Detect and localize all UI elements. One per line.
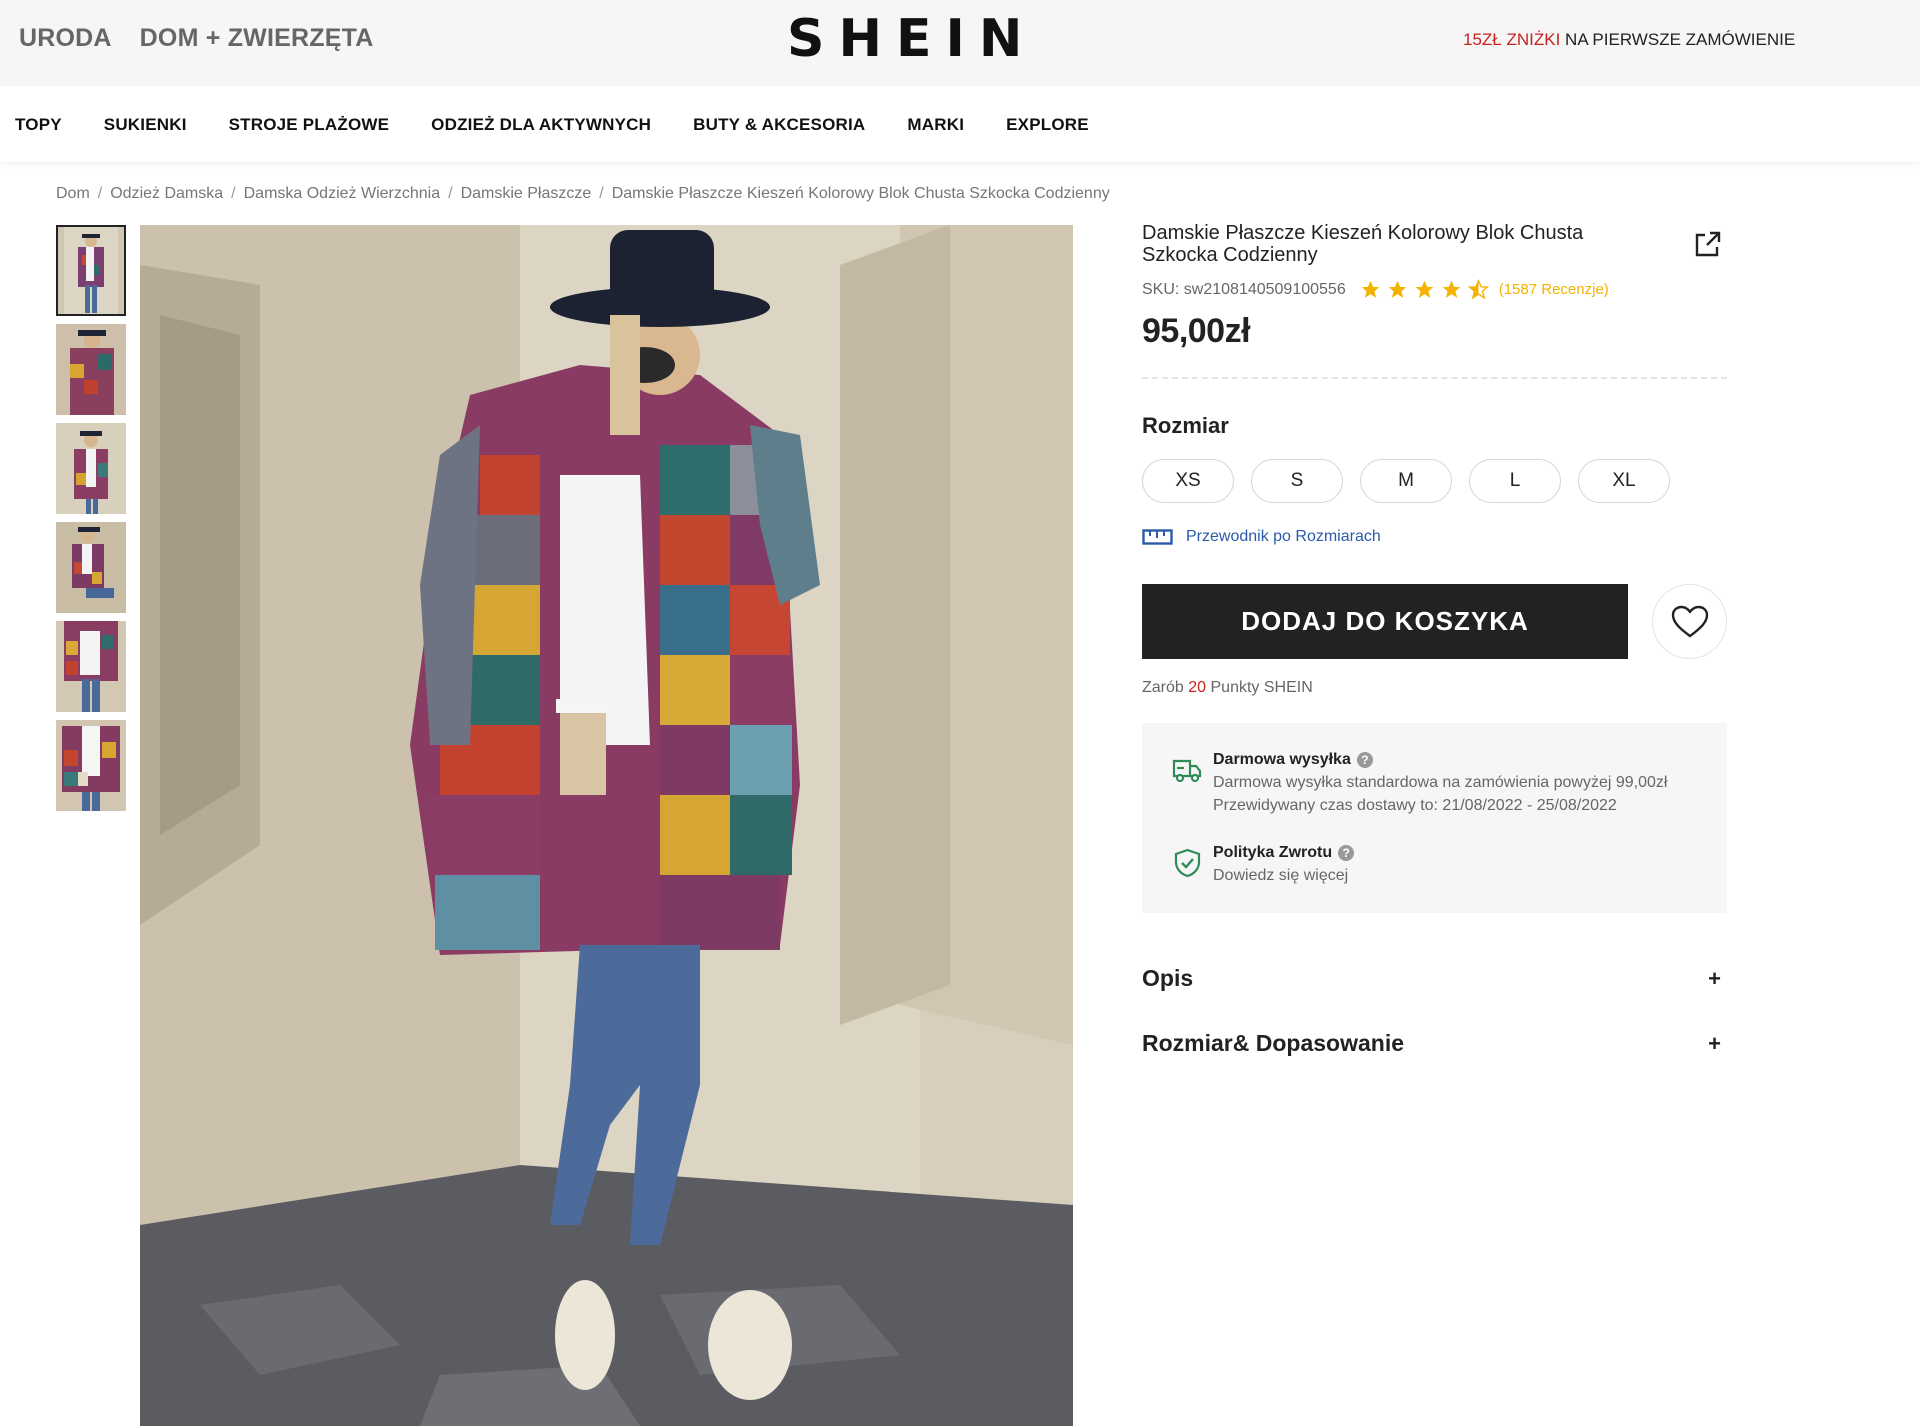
points-suffix: Punkty SHEIN [1206,679,1313,696]
return-policy-info: Polityka Zwrotu ? Dowiedz się więcej [1172,844,1355,885]
free-shipping-threshold: Darmowa wysyłka standardowa na zamówieni… [1213,774,1668,791]
breadcrumb-odziez-wierzchnia[interactable]: Damska Odzież Wierzchnia [244,185,441,203]
sku-rating-row: SKU: sw2108140509100556 (1587 Recenzje) [1142,279,1728,300]
plus-icon: + [1708,1030,1721,1056]
size-option-s[interactable]: S [1251,459,1343,503]
nav-item-marki[interactable]: MARKI [907,115,964,135]
share-icon[interactable] [1694,230,1722,258]
product-title: Damskie Płaszcze Kieszeń Kolorowy Blok C… [1142,222,1584,266]
nav-item-odziez-aktywna[interactable]: ODZIEŻ DLA AKTYWNYCH [431,115,651,135]
product-price: 95,00zł [1142,312,1251,350]
reviews-link[interactable]: (1587 Recenzje) [1499,281,1609,298]
thumbnail-5[interactable] [56,621,126,712]
breadcrumb-separator: / [448,185,453,202]
price-divider [1142,377,1727,379]
product-photo [140,225,1073,1426]
cart-row: DODAJ DO KOSZYKA [1142,584,1728,659]
thumbnail-strip [56,225,126,819]
shipping-info-box: Darmowa wysyłka ? Darmowa wysyłka standa… [1142,723,1727,913]
breadcrumb-current: Damskie Płaszcze Kieszeń Kolorowy Blok C… [611,185,1110,202]
promo-highlight: 15ZŁ ZNIŻKI [1463,30,1561,49]
size-option-xl[interactable]: XL [1578,459,1670,503]
top-category-dom-zwierzeta[interactable]: DOM + ZWIERZĘTA [140,24,374,53]
thumbnail-6[interactable] [56,720,126,811]
thumbnail-3[interactable] [56,423,126,514]
top-categories: URODA DOM + ZWIERZĘTA [19,24,373,53]
points-prefix: Zarób [1142,679,1189,696]
breadcrumb-separator: / [231,185,236,202]
nav-item-sukienki[interactable]: SUKIENKI [104,115,187,135]
help-icon[interactable]: ? [1356,752,1373,768]
free-shipping-info: Darmowa wysyłka ? Darmowa wysyłka standa… [1172,751,1667,815]
top-category-uroda[interactable]: URODA [19,24,112,53]
size-option-m[interactable]: M [1360,459,1452,503]
breadcrumb-separator: / [97,185,103,202]
breadcrumb-separator: / [599,185,604,202]
breadcrumb-odziez-damska[interactable]: Odzież Damska [110,185,223,203]
heart-icon [1671,605,1708,637]
thumbnail-1[interactable] [56,225,126,316]
top-bar: URODA DOM + ZWIERZĘTA SHEIN 15ZŁ ZNIŻKI … [0,0,1920,86]
truck-icon [1172,759,1202,783]
breadcrumb-dom[interactable]: Dom [56,185,90,203]
plus-icon: + [1708,965,1721,991]
delivery-estimate: Przewidywany czas dostawy to: 21/08/2022… [1213,797,1617,814]
breadcrumb-plaszcze[interactable]: Damskie Płaszcze [461,185,592,203]
help-icon[interactable]: ? [1338,845,1355,861]
nav-item-topy[interactable]: TOPY [15,115,62,135]
star-icon [1361,280,1379,298]
breadcrumb: Dom / Odzież Damska / Damska Odzież Wierzc… [56,185,1110,203]
free-shipping-heading: Darmowa wysyłka ? [1213,751,1667,769]
free-shipping-title: Darmowa wysyłka [1213,751,1351,768]
return-policy-link[interactable]: Dowiedz się więcej [1213,867,1354,885]
shield-check-icon [1174,848,1201,878]
shein-logo[interactable]: SHEIN [787,9,1036,69]
return-policy-heading: Polityka Zwrotu ? [1213,844,1355,862]
return-policy-title: Polityka Zwrotu [1213,844,1333,861]
star-icon [1442,280,1460,298]
nav-item-stroje-plazowe[interactable]: STROJE PLAŻOWE [229,115,390,135]
nav-item-explore[interactable]: EXPLORE [1006,115,1089,135]
return-policy-text: Polityka Zwrotu ? Dowiedz się więcej [1213,844,1355,885]
add-to-cart-button[interactable]: DODAJ DO KOSZYKA [1142,584,1628,659]
accordion-opis-label: Opis [1142,965,1194,991]
rating-stars [1360,279,1489,300]
promo-text: NA PIERWSZE ZAMÓWIENIE [1560,30,1796,49]
thumbnail-2[interactable] [56,324,126,415]
main-product-image[interactable] [140,225,1073,1426]
points-value: 20 [1188,679,1207,696]
thumbnail-4[interactable] [56,522,126,613]
size-guide-link[interactable]: Przewodnik po Rozmiarach [1142,528,1728,546]
half-star-icon [1467,279,1489,300]
size-options: XS S M L XL [1142,459,1728,503]
size-guide-label: Przewodnik po Rozmiarach [1186,528,1381,545]
nav-item-buty-akcesoria[interactable]: BUTY & AKCESORIA [693,115,865,135]
free-shipping-text: Darmowa wysyłka ? Darmowa wysyłka standa… [1213,751,1667,815]
size-option-l[interactable]: L [1469,459,1561,503]
ruler-icon [1142,529,1173,545]
product-info-panel: Damskie Płaszcze Kieszeń Kolorowy Blok C… [1142,222,1728,1057]
size-option-xs[interactable]: XS [1142,459,1234,503]
reward-points: Zarób 20 Punkty SHEIN [1142,679,1728,697]
accordion-size-fit[interactable]: Rozmiar& Dopasowanie + [1142,1030,1727,1057]
product-sku: SKU: sw2108140509100556 [1142,280,1346,298]
size-label: Rozmiar [1142,413,1229,438]
star-icon [1415,280,1433,298]
wishlist-button[interactable] [1652,584,1727,659]
promo-banner[interactable]: 15ZŁ ZNIŻKI NA PIERWSZE ZAMÓWIENIE [1463,30,1795,50]
main-nav: TOPY SUKIENKI STROJE PLAŻOWE ODZIEŻ DLA … [0,86,1920,162]
accordion-size-fit-label: Rozmiar& Dopasowanie [1142,1030,1404,1056]
star-icon [1388,280,1406,298]
accordion-opis[interactable]: Opis + [1142,965,1727,992]
